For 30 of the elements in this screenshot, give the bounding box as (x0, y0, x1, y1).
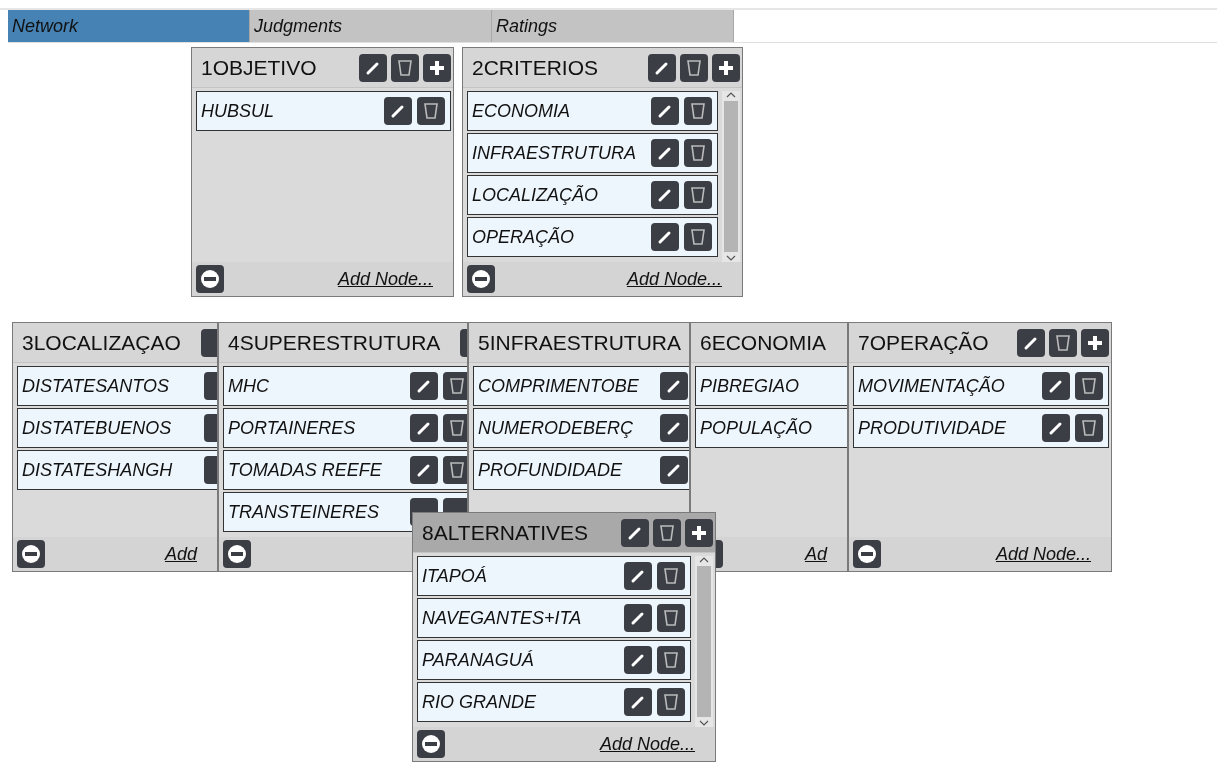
node-label: OPERAÇÃO (472, 226, 575, 248)
node-label: TOMADAS REEFE (228, 459, 382, 481)
cluster-title: 1OBJETIVO (201, 55, 317, 80)
node-label: INFRAESTRUTURA (472, 142, 636, 164)
node-label: PIBREGIAO (700, 375, 800, 397)
cluster-title: 4SUPERESTRUTURA (228, 330, 441, 355)
cluster-title: 6ECONOMIA (700, 330, 827, 355)
node-label: DISTATESANTOS (22, 375, 170, 397)
node-label: PARANAGUÁ (422, 649, 534, 671)
node-label: RIO GRANDE (422, 691, 536, 713)
node-label: ITAPOÁ (422, 565, 487, 587)
node-label: PORTAINERES (228, 417, 356, 439)
node-label: DISTATESHANGH (22, 459, 173, 481)
cluster-title: 3LOCALIZAÇAO (22, 330, 181, 355)
node-label: MHC (228, 375, 269, 397)
cluster-title: 5INFRAESTRUTURA (478, 330, 682, 355)
node-label: NUMERODEBERÇ (478, 417, 633, 439)
node-label: DISTATEBUENOS (22, 417, 172, 439)
node-label: ECONOMIA (472, 100, 570, 122)
node-label: COMPRIMENTOBE (478, 375, 639, 397)
node-label: HUBSUL (201, 100, 275, 122)
node-label: NAVEGANTES+ITA (422, 607, 582, 629)
node-label: PROFUNDIDADE (478, 459, 622, 481)
node-label: TRANSTEINERES (228, 501, 380, 523)
cluster-title: 7OPERAÇÃO (858, 330, 989, 355)
node-label: LOCALIZAÇÃO (472, 184, 599, 206)
node-label: MOVIMENTAÇÃO (858, 375, 1005, 397)
node-label: POPULAÇÃO (700, 417, 813, 439)
node-label: PRODUTIVIDADE (858, 417, 1007, 439)
cluster-title: 2CRITERIOS (472, 55, 599, 80)
